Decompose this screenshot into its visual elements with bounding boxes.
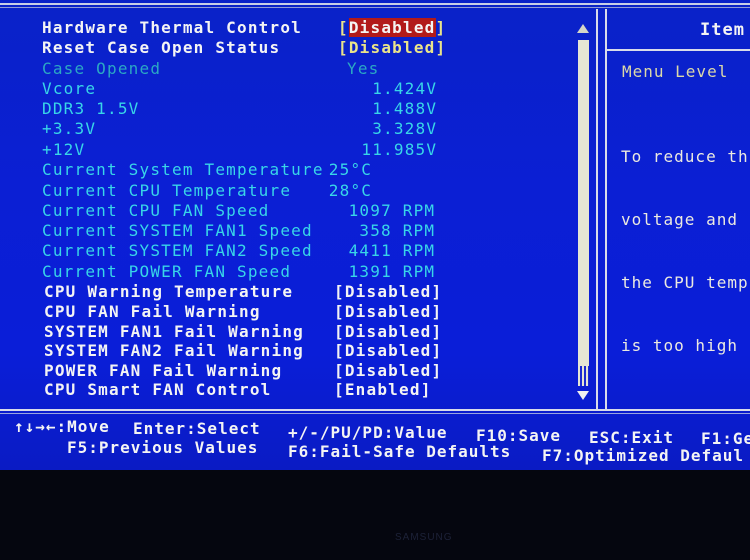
setting-label: Current CPU Temperature [42,181,292,200]
setting-label: +3.3V [42,119,97,138]
help-line: voltage and [621,210,738,229]
setting-label: Current CPU FAN Speed [42,201,270,220]
bracket-open: [ [334,302,345,321]
option-value[interactable]: Disabled [349,38,436,57]
setting-value[interactable]: [Disabled] [334,341,442,361]
bracket-close: ] [435,18,447,37]
setting-label: Current POWER FAN Speed [42,262,292,281]
option-value[interactable]: Disabled [345,302,432,321]
setting-label: POWER FAN Fail Warning [44,361,283,380]
setting-value[interactable]: [Disabled] [338,38,446,58]
help-menu-level: Menu Level [622,62,729,81]
option-value[interactable]: Disabled [345,341,432,360]
bracket-open: [ [334,282,345,301]
setting-label: Vcore [42,79,97,98]
setting-value: 1391 RPM [348,262,436,281]
setting-label: CPU FAN Fail Warning [44,302,261,321]
bracket-open: [ [334,380,345,399]
setting-label: CPU Warning Temperature [44,282,294,301]
key-hint: Enter:Select [133,419,261,438]
bottom-border [0,409,750,411]
setting-value: 28°C [328,181,373,200]
scroll-up-icon[interactable] [577,24,589,33]
bracket-open: [ [334,341,345,360]
settings-panel: Hardware Thermal Control [Disabled] Reset … [0,9,592,409]
setting-value[interactable]: [Disabled] [334,302,442,322]
bracket-close: ] [431,361,443,380]
help-description: To reduce th voltage and the CPU temp is… [621,104,749,398]
setting-value[interactable]: [Enabled] [334,380,432,400]
setting-label: SYSTEM FAN1 Fail Warning [44,322,304,341]
setting-value: 4411 RPM [348,241,436,260]
key-hint: F5:Previous Values [67,438,259,457]
panel-divider [596,9,598,411]
setting-value[interactable]: [Disabled] [334,282,442,302]
scrollbar-remainder [578,366,589,386]
setting-label: Reset Case Open Status [42,38,281,57]
monitor-brand-logo: SAMSUNG [395,532,453,543]
selected-option-value[interactable]: Disabled [348,18,436,37]
option-value[interactable]: Disabled [345,282,432,301]
key-hint: ESC:Exit [589,428,675,447]
bracket-close: ] [431,322,443,341]
setting-value: 1.424V [372,79,438,98]
key-hint: ↑↓→←:Move [14,417,110,436]
setting-label: Current SYSTEM FAN2 Speed [42,241,313,260]
option-value[interactable]: Disabled [345,322,432,341]
setting-value[interactable]: [Disabled] [338,18,446,38]
setting-value[interactable]: [Disabled] [334,322,442,342]
bracket-close: ] [431,302,443,321]
setting-label: CPU Smart FAN Control [44,380,272,399]
setting-value: 25°C [328,160,373,179]
help-line: To reduce th [621,147,749,166]
help-line: the CPU temp [621,273,749,292]
setting-value: 358 RPM [359,221,436,240]
setting-value[interactable]: [Disabled] [334,361,442,381]
setting-value: Yes [347,59,380,78]
option-value[interactable]: Enabled [345,380,421,399]
option-value[interactable]: Disabled [345,361,432,380]
setting-label: Current System Temperature [42,160,324,179]
setting-label: Current SYSTEM FAN1 Speed [42,221,313,240]
setting-value: 1097 RPM [348,201,436,220]
key-hint: F6:Fail-Safe Defaults [288,442,512,461]
bracket-open: [ [338,38,349,57]
help-title: Item [700,20,745,40]
bracket-close: ] [420,380,432,399]
bracket-open: [ [334,322,345,341]
bracket-open: [ [338,18,349,37]
top-border-inner [0,7,750,8]
setting-value: 11.985V [361,140,438,159]
bracket-open: [ [334,361,345,380]
bottom-border-inner [0,413,750,414]
setting-label: +12V [42,140,86,159]
key-hint: F7:Optimized Defaul [542,446,745,465]
scrollbar[interactable] [578,40,589,385]
top-border [0,3,750,5]
bios-screen: Hardware Thermal Control [Disabled] Reset … [0,0,750,470]
scroll-down-icon[interactable] [577,391,589,400]
key-hint: +/-/PU/PD:Value [288,423,448,442]
bracket-close: ] [435,38,447,57]
bracket-close: ] [431,282,443,301]
setting-label: Case Opened [42,59,162,78]
setting-value: 1.488V [372,99,438,118]
bracket-close: ] [431,341,443,360]
setting-label: DDR3 1.5V [42,99,140,118]
setting-label: Hardware Thermal Control [42,18,302,37]
help-line: is too high [621,336,738,355]
setting-value: 3.328V [372,119,438,138]
setting-label: SYSTEM FAN2 Fail Warning [44,341,304,360]
